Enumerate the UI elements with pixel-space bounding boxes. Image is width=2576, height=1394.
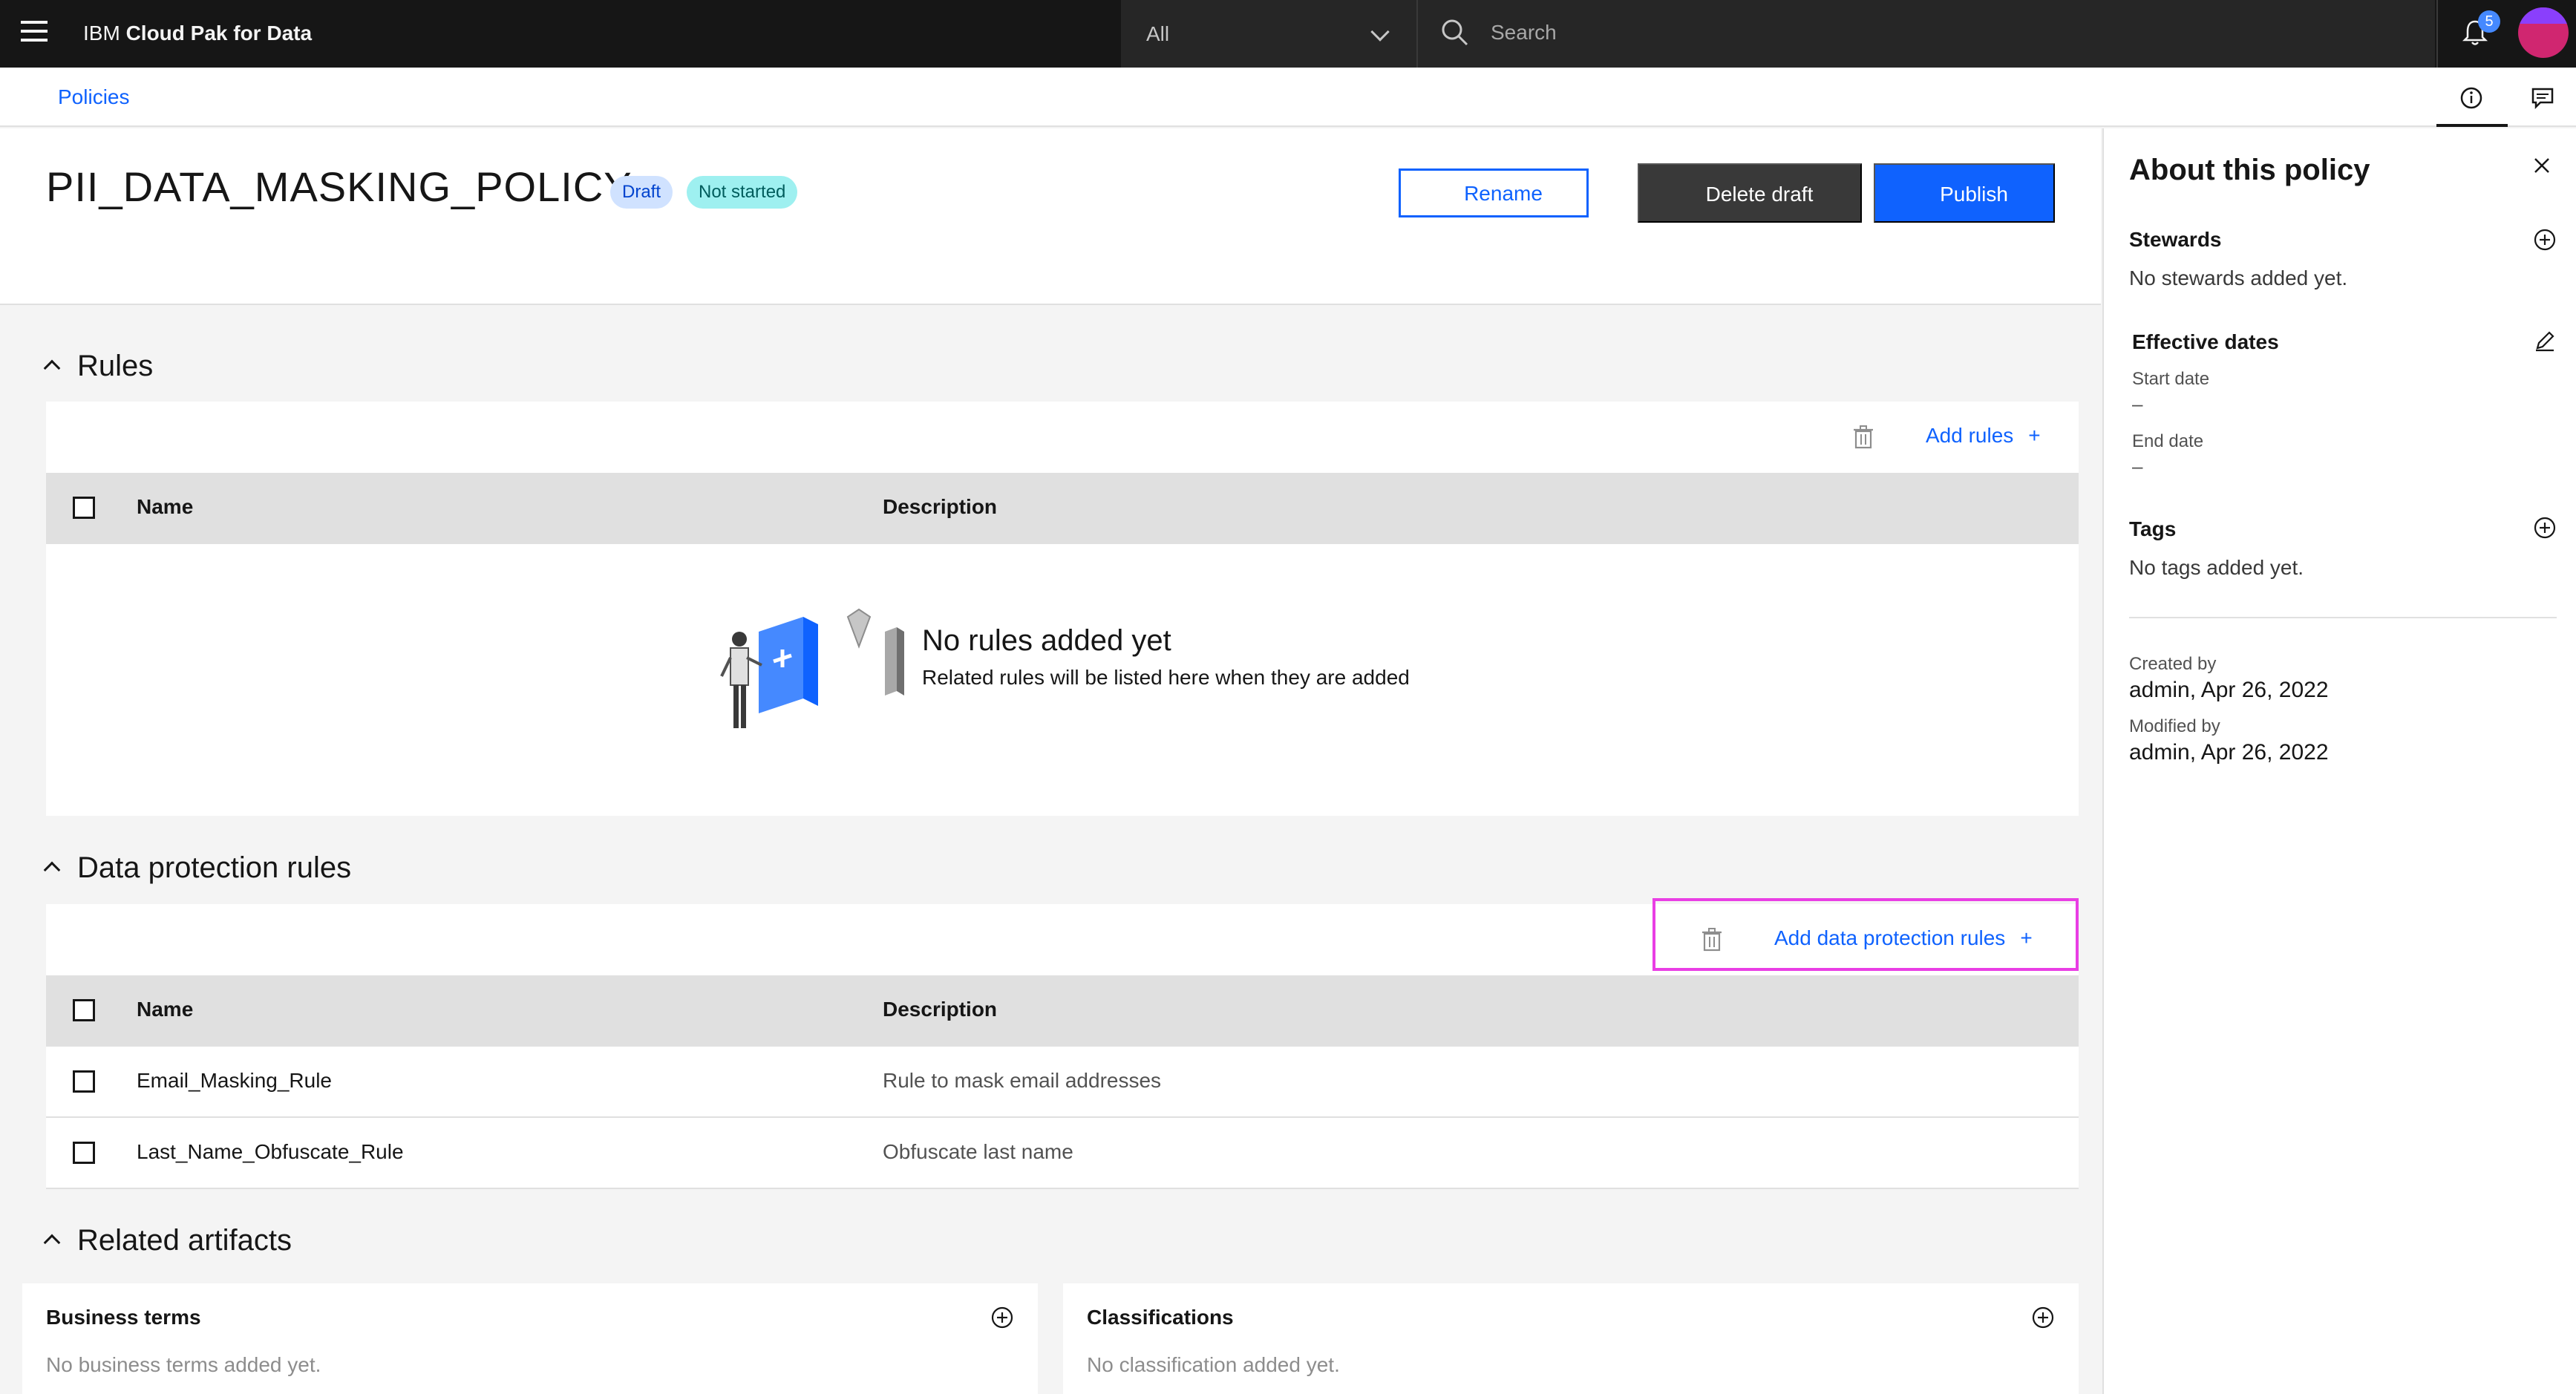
stewards-empty: No stewards added yet. [2129, 266, 2348, 289]
rename-button[interactable]: Rename [1399, 168, 1589, 217]
notifications-button[interactable]: 5 [2436, 0, 2508, 68]
row-checkbox[interactable] [73, 1142, 95, 1164]
row-checkbox[interactable] [73, 1070, 95, 1093]
rules-heading: Rules [77, 350, 154, 382]
notification-count-badge: 5 [2478, 10, 2500, 33]
add-circle-icon[interactable] [2031, 1306, 2055, 1329]
rules-table-header: Name Description [46, 473, 2079, 544]
rules-toolbar: Add rules + [46, 402, 2079, 473]
rule-description: Obfuscate last name [883, 1140, 1073, 1163]
trash-icon[interactable] [1853, 425, 1874, 449]
rule-description: Rule to mask email addresses [883, 1069, 1162, 1092]
add-rules-label: Add rules [1926, 424, 2014, 447]
user-avatar[interactable] [2518, 7, 2569, 58]
empty-state-title: No rules added yet [922, 624, 1171, 657]
related-artifacts-section-toggle[interactable]: Related artifacts [43, 1224, 292, 1257]
table-row[interactable]: Last_Name_Obfuscate_Rule Obfuscate last … [46, 1118, 2079, 1189]
breadcrumb-policies-link[interactable]: Policies [58, 85, 129, 109]
edit-icon[interactable] [2533, 329, 2557, 353]
search-scope-value: All [1146, 22, 1170, 45]
column-header-name[interactable]: Name [137, 998, 193, 1021]
data-protection-heading: Data protection rules [77, 851, 352, 884]
tags-empty: No tags added yet. [2129, 556, 2304, 579]
business-terms-title: Business terms [46, 1306, 201, 1329]
start-date-label: Start date [2132, 369, 2210, 389]
about-policy-panel: About this policy Stewards No stewards a… [2102, 128, 2576, 1394]
menu-icon[interactable] [21, 21, 48, 48]
comments-toggle[interactable] [2508, 68, 2576, 127]
select-all-checkbox[interactable] [73, 497, 95, 519]
empty-state-illustration [720, 608, 904, 728]
created-by-label: Created by [2129, 654, 2217, 674]
data-protection-section-toggle[interactable]: Data protection rules [43, 851, 352, 885]
table-row[interactable]: Email_Masking_Rule Rule to mask email ad… [46, 1047, 2079, 1118]
modified-by-label: Modified by [2129, 716, 2220, 736]
add-tag-icon[interactable] [2533, 516, 2557, 540]
draft-tag: Draft [610, 176, 673, 209]
chevron-up-icon [43, 1234, 61, 1251]
search-bar [1418, 0, 2435, 68]
business-terms-card: Business terms No business terms added y… [22, 1283, 1038, 1394]
add-steward-icon[interactable] [2533, 228, 2557, 252]
select-all-checkbox[interactable] [73, 999, 95, 1021]
column-header-description[interactable]: Description [883, 495, 997, 519]
rule-name[interactable]: Email_Masking_Rule [137, 1069, 332, 1093]
add-rules-button[interactable]: Add rules + [1926, 424, 2041, 448]
classifications-empty: No classification added yet. [1087, 1353, 1340, 1376]
info-panel-toggle[interactable] [2436, 68, 2508, 127]
data-protection-table-header: Name Description [46, 975, 2079, 1047]
related-artifacts-heading: Related artifacts [77, 1224, 292, 1257]
classifications-card: Classifications No classification added … [1063, 1283, 2079, 1394]
panel-divider [2129, 617, 2557, 618]
search-icon [1442, 19, 1468, 46]
top-header: IBM Cloud Pak for Data All 5 [0, 0, 2576, 68]
end-date-label: End date [2132, 431, 2204, 451]
classifications-title: Classifications [1087, 1306, 1234, 1329]
rules-section-toggle[interactable]: Rules [43, 350, 154, 383]
plus-icon: + [2028, 424, 2041, 447]
rules-table-card: Add rules + Name Description No rules add… [46, 402, 2079, 816]
brand-product: Cloud Pak for Data [125, 22, 313, 45]
effective-dates-label: Effective dates [2132, 330, 2279, 353]
chevron-up-icon [43, 359, 61, 377]
column-header-name[interactable]: Name [137, 495, 193, 519]
end-date-value: – [2132, 455, 2143, 477]
search-input[interactable] [1491, 16, 2382, 49]
brand-name[interactable]: IBM Cloud Pak for Data [83, 20, 312, 47]
delete-draft-button[interactable]: Delete draft [1638, 163, 1862, 223]
search-scope-dropdown[interactable]: All [1121, 0, 1418, 68]
rule-name[interactable]: Last_Name_Obfuscate_Rule [137, 1140, 404, 1164]
publish-button[interactable]: Publish [1874, 163, 2055, 223]
comment-icon [2531, 88, 2554, 110]
created-by-value: admin, Apr 26, 2022 [2129, 678, 2329, 702]
chevron-down-icon [1370, 22, 1390, 42]
add-circle-icon[interactable] [990, 1306, 1014, 1329]
policy-title-area: PII_DATA_MASKING_POLICY Draft Not starte… [0, 128, 2101, 305]
empty-state-subtitle: Related rules will be listed here when t… [922, 666, 1410, 689]
stewards-label: Stewards [2129, 228, 2222, 251]
highlight-box [1653, 898, 2079, 971]
close-icon[interactable] [2530, 154, 2554, 177]
breadcrumb-bar: Policies [0, 68, 2576, 127]
main-content: PII_DATA_MASKING_POLICY Draft Not starte… [0, 128, 2101, 1394]
business-terms-empty: No business terms added yet. [46, 1353, 321, 1376]
modified-by-value: admin, Apr 26, 2022 [2129, 740, 2329, 765]
status-tag: Not started [687, 176, 798, 209]
info-icon [2460, 87, 2482, 109]
brand-prefix: IBM [83, 22, 120, 45]
tags-label: Tags [2129, 517, 2177, 540]
page-title: PII_DATA_MASKING_POLICY [46, 163, 632, 210]
chevron-up-icon [43, 861, 61, 879]
column-header-description[interactable]: Description [883, 998, 997, 1021]
panel-title: About this policy [2129, 154, 2370, 186]
start-date-value: – [2132, 393, 2143, 415]
